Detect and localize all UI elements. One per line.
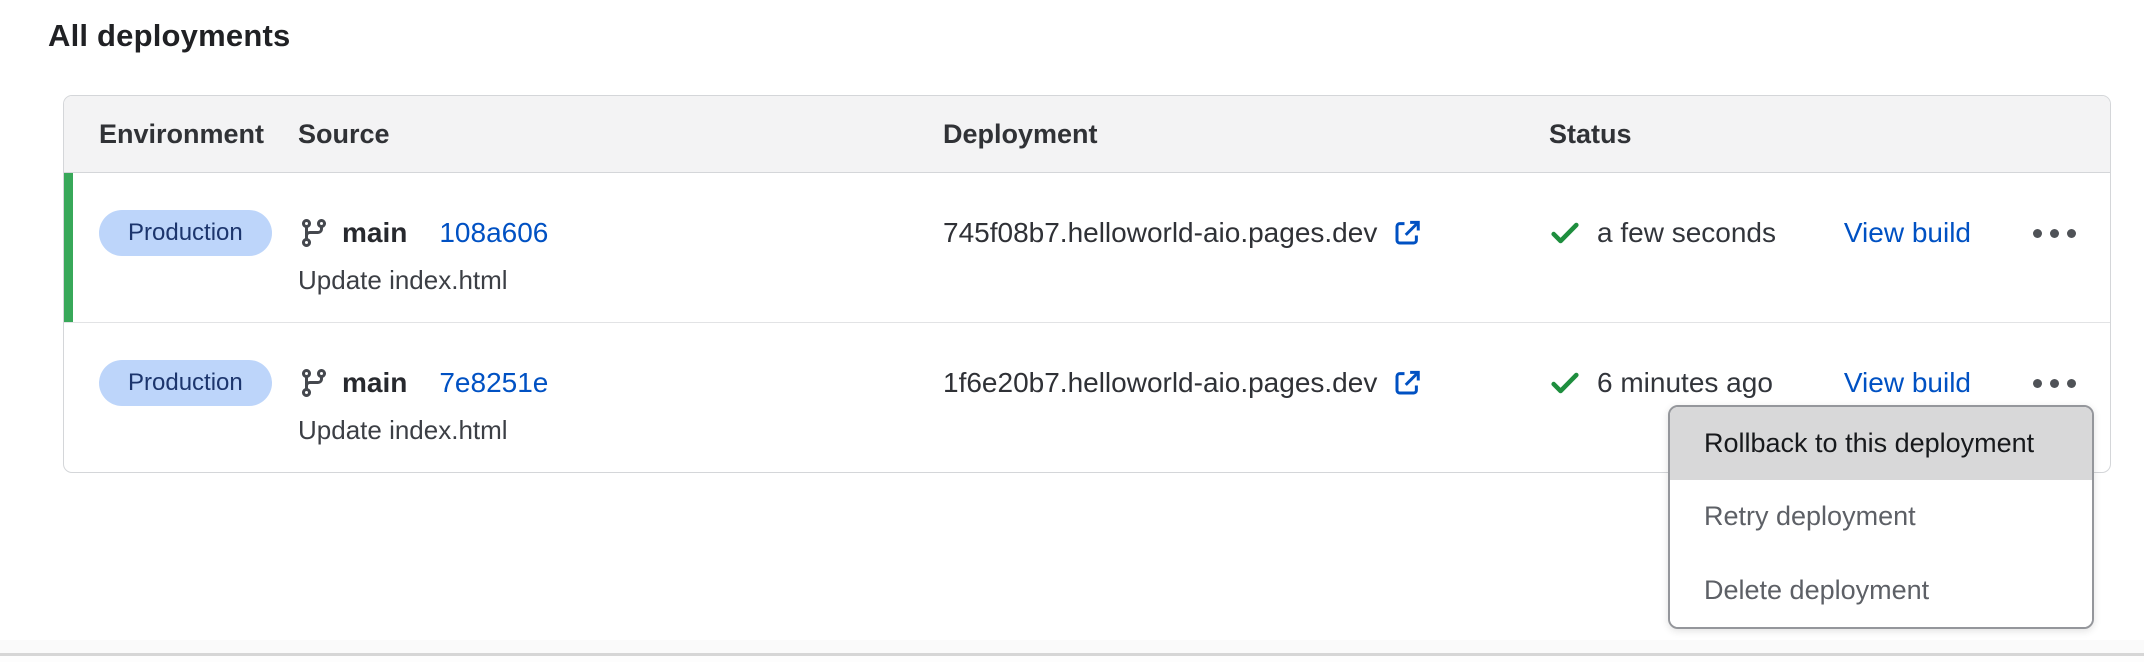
column-header-source: Source (298, 119, 943, 150)
success-check-icon (1549, 367, 1581, 399)
deployment-url: 1f6e20b7.helloworld-aio.pages.dev (943, 367, 1377, 399)
git-branch-icon (298, 367, 330, 399)
commit-message: Update index.html (298, 265, 943, 296)
view-build-link[interactable]: View build (1844, 217, 1971, 249)
status-text: 6 minutes ago (1597, 367, 1773, 399)
row-actions-menu: Rollback to this deployment Retry deploy… (1668, 405, 2094, 629)
page-title: All deployments (48, 18, 290, 54)
commit-link[interactable]: 7e8251e (439, 367, 548, 399)
column-header-environment: Environment (64, 119, 298, 150)
external-link-icon[interactable] (1392, 218, 1422, 248)
next-section-edge (0, 656, 2144, 662)
success-check-icon (1549, 217, 1581, 249)
branch-name: main (342, 367, 407, 399)
menu-item-delete[interactable]: Delete deployment (1670, 554, 2092, 627)
environment-badge: Production (99, 210, 272, 256)
status-text: a few seconds (1597, 217, 1776, 249)
table-header-row: Environment Source Deployment Status (64, 96, 2110, 173)
section-divider-band (0, 640, 2144, 653)
environment-badge: Production (99, 360, 272, 406)
menu-item-retry[interactable]: Retry deployment (1670, 480, 2092, 553)
view-build-link[interactable]: View build (1844, 367, 1971, 399)
column-header-status: Status (1549, 119, 2110, 150)
commit-link[interactable]: 108a606 (439, 217, 548, 249)
overflow-menu-icon (2033, 229, 2042, 238)
deployment-url: 745f08b7.helloworld-aio.pages.dev (943, 217, 1377, 249)
commit-message: Update index.html (298, 415, 943, 446)
row-actions-button[interactable] (2029, 209, 2080, 257)
table-row: Production main 108a606 Update index.htm… (64, 173, 2110, 322)
external-link-icon[interactable] (1392, 368, 1422, 398)
row-actions-button[interactable] (2029, 359, 2080, 407)
overflow-menu-icon (2033, 379, 2042, 388)
column-header-deployment: Deployment (943, 119, 1549, 150)
menu-item-rollback[interactable]: Rollback to this deployment (1670, 407, 2092, 480)
branch-name: main (342, 217, 407, 249)
git-branch-icon (298, 217, 330, 249)
